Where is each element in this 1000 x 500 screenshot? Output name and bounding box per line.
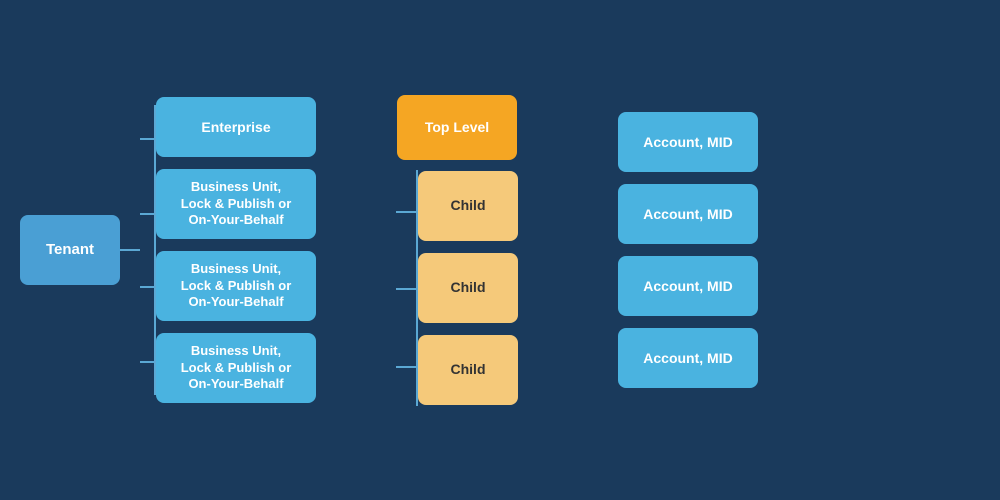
account-label-1: Account, MID [643, 133, 732, 151]
account-box-2: Account, MID [618, 184, 758, 244]
child-box-2: Child [418, 253, 518, 323]
bu-label-2: Business Unit,Lock & Publish orOn-Your-B… [181, 261, 292, 312]
top-level-box: Top Level [397, 95, 517, 160]
account-box-1: Account, MID [618, 112, 758, 172]
top-level-label: Top Level [425, 118, 489, 136]
tenant-h-line [120, 249, 140, 251]
bracket-v-line [154, 105, 156, 395]
bu-box-2: Business Unit,Lock & Publish orOn-Your-B… [156, 251, 316, 321]
child-tick-1 [396, 211, 416, 213]
account-box-3: Account, MID [618, 256, 758, 316]
child-list: Child Child Child [418, 171, 518, 405]
tenant-bracket [140, 105, 156, 395]
child-v-line [416, 170, 418, 406]
enterprise-box: Enterprise [156, 97, 316, 157]
bu-label-3: Business Unit,Lock & Publish orOn-Your-B… [181, 343, 292, 394]
tick-3 [140, 286, 154, 288]
tenant-connector [120, 105, 156, 395]
account-label-3: Account, MID [643, 277, 732, 295]
child-box-3: Child [418, 335, 518, 405]
child-label-1: Child [451, 196, 486, 214]
tick-1 [140, 138, 154, 140]
child-box-1: Child [418, 171, 518, 241]
bu-list: Enterprise Business Unit,Lock & Publish … [156, 97, 316, 403]
child-label-2: Child [451, 278, 486, 296]
column-tenant: Tenant Enterprise Business Unit,Lock & P… [20, 97, 316, 403]
bu-label-1: Business Unit,Lock & Publish orOn-Your-B… [181, 179, 292, 230]
child-tick-2 [396, 288, 416, 290]
child-label-3: Child [451, 360, 486, 378]
child-bracket [396, 170, 418, 406]
tenant-box: Tenant [20, 215, 120, 285]
tick-2 [140, 213, 154, 215]
account-box-4: Account, MID [618, 328, 758, 388]
column-toplevel: Top Level Child Child Child [396, 95, 518, 406]
enterprise-label: Enterprise [201, 118, 270, 136]
bu-box-1: Business Unit,Lock & Publish orOn-Your-B… [156, 169, 316, 239]
bu-box-3: Business Unit,Lock & Publish orOn-Your-B… [156, 333, 316, 403]
account-label-2: Account, MID [643, 205, 732, 223]
tick-4 [140, 361, 154, 363]
diagram: Tenant Enterprise Business Unit,Lock & P… [20, 95, 980, 406]
column-accounts: Account, MID Account, MID Account, MID A… [618, 112, 758, 388]
tenant-label: Tenant [46, 240, 94, 260]
child-tick-3 [396, 366, 416, 368]
children-section: Child Child Child [396, 170, 518, 406]
account-label-4: Account, MID [643, 349, 732, 367]
